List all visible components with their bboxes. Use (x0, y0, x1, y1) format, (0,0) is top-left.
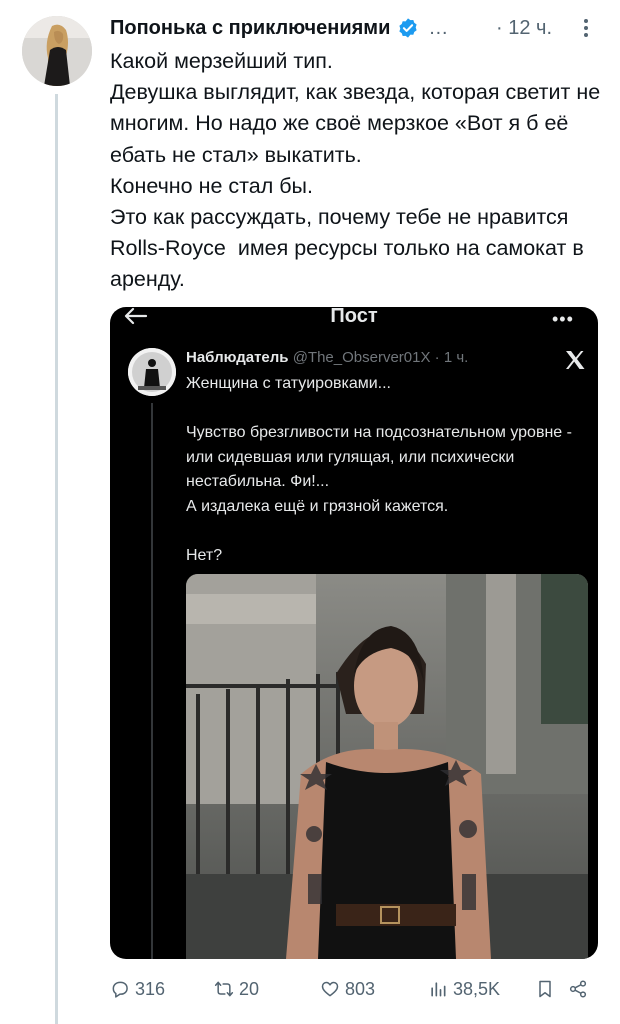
bookmark-button[interactable] (535, 975, 555, 1003)
embed-header: Пост ••• (110, 307, 598, 341)
embed-text: Женщина с татуировками... Чувство брезгл… (186, 375, 572, 565)
embed-author-avatar (128, 348, 176, 396)
author-name[interactable]: Попонька с приключениями (110, 17, 390, 40)
views-icon (428, 979, 448, 999)
reply-button[interactable]: 316 (110, 975, 165, 1003)
verified-badge-icon (397, 17, 419, 39)
embedded-screenshot[interactable]: Пост ••• Наблюдатель @The_Observer01X · … (110, 307, 598, 959)
share-button[interactable] (568, 975, 588, 1003)
tweet-text: Какой мерзейший тип. Девушка выглядит, к… (110, 49, 601, 292)
repost-count: 20 (239, 978, 260, 999)
share-icon (568, 979, 588, 999)
embed-more-icon: ••• (552, 309, 574, 329)
x-logo-icon (564, 349, 586, 371)
reply-count: 316 (135, 978, 166, 999)
embed-author-line: Наблюдатель @The_Observer01X · 1 ч. (186, 349, 468, 366)
heart-icon (320, 979, 340, 999)
tweet-time[interactable]: · 12 ч. (496, 14, 552, 42)
author-avatar[interactable] (22, 16, 92, 86)
bookmark-icon (535, 979, 555, 999)
name-truncation: … (428, 16, 449, 39)
tweet-author-line: Попонька с приключениями … (110, 14, 448, 42)
embed-thread-line (151, 403, 153, 959)
reply-icon (110, 979, 130, 999)
more-vertical-icon[interactable] (574, 14, 598, 42)
embed-time: · 1 ч. (434, 349, 469, 366)
embed-author-name: Наблюдатель (186, 349, 289, 366)
views-count: 38,5K (453, 978, 501, 999)
repost-icon (214, 979, 234, 999)
repost-button[interactable]: 20 (214, 975, 259, 1003)
embed-photo (186, 574, 588, 959)
like-button[interactable]: 803 (320, 975, 375, 1003)
embed-author-handle: @The_Observer01X (292, 349, 431, 366)
like-count: 803 (345, 978, 376, 999)
embed-header-title: Пост (330, 307, 378, 327)
views-button[interactable]: 38,5K (428, 975, 500, 1003)
thread-line (55, 94, 58, 1024)
